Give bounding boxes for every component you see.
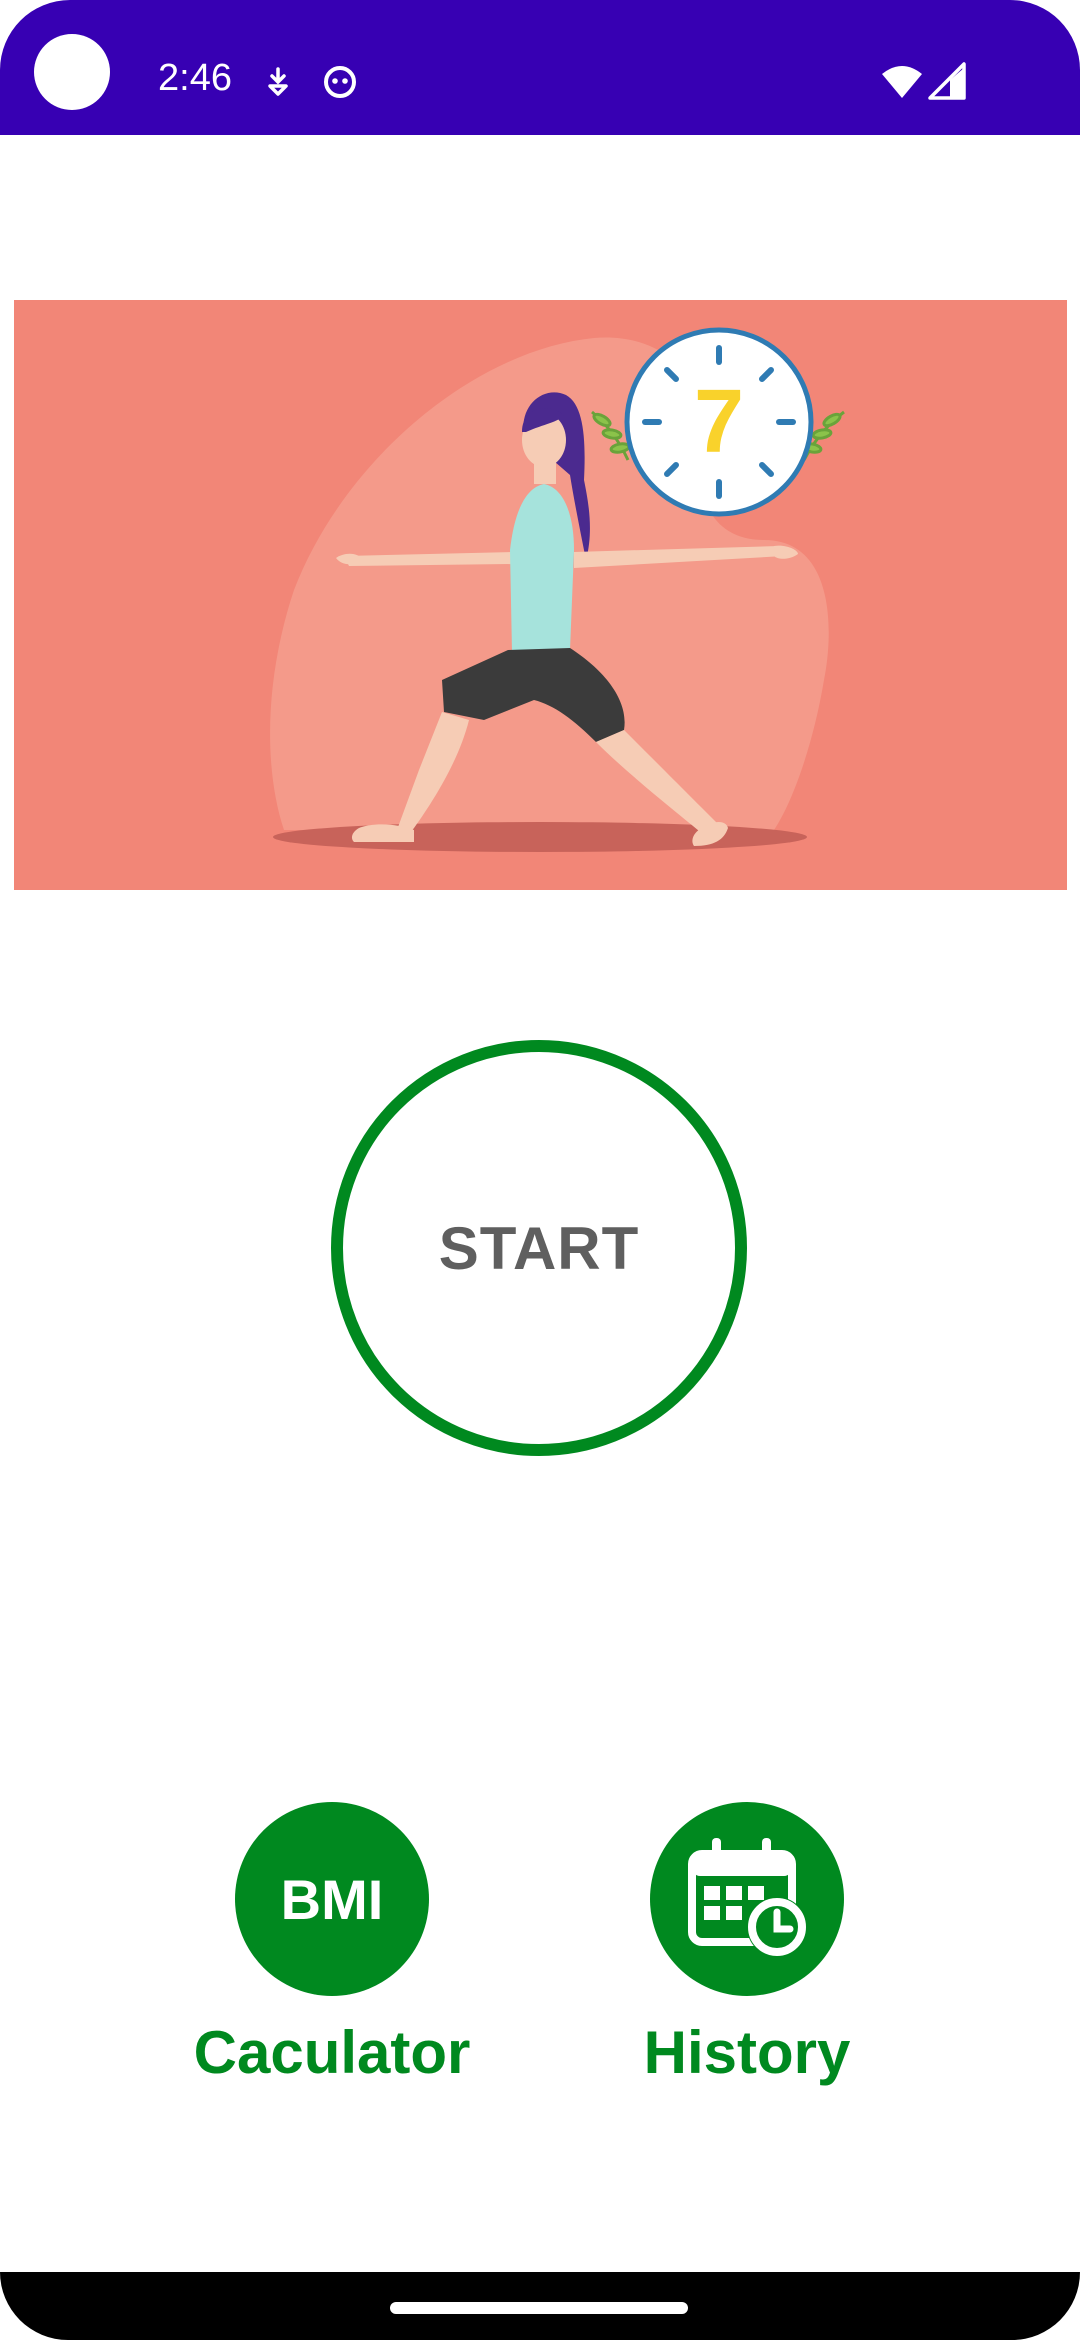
timer-clock-icon: 7 — [624, 327, 814, 517]
camera-cutout — [34, 34, 110, 110]
timer-number: 7 — [694, 372, 744, 472]
face-notification-icon — [322, 64, 358, 105]
workout-banner-image: 7 — [14, 300, 1067, 890]
bmi-button[interactable]: BMI — [235, 1802, 429, 1996]
start-label: START — [438, 1214, 640, 1282]
status-time: 2:46 — [158, 57, 232, 99]
history-caption[interactable]: History — [597, 2018, 897, 2088]
signal-icon — [926, 62, 966, 105]
history-button[interactable] — [650, 1802, 844, 1996]
download-badge-icon — [264, 66, 292, 103]
bmi-caption[interactable]: Caculator — [150, 2018, 514, 2088]
status-bar: 2:46 — [0, 0, 1080, 135]
home-gesture-handle[interactable] — [390, 2302, 688, 2314]
start-button[interactable]: START — [331, 1040, 747, 1456]
calendar-clock-icon — [682, 1832, 812, 1967]
bmi-icon: BMI — [280, 1867, 384, 1931]
wifi-icon — [880, 64, 924, 105]
